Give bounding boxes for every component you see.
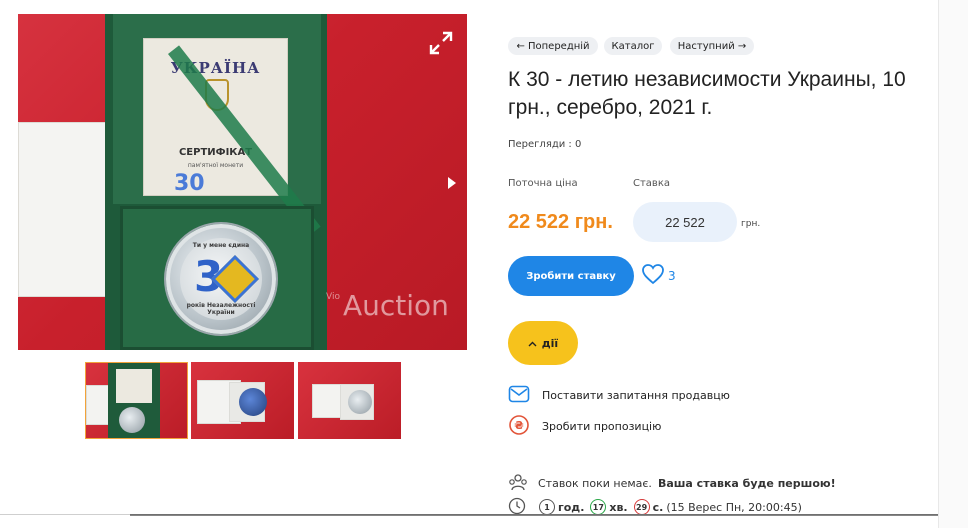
hours-value: 1 [539, 499, 555, 515]
bid-currency: грн. [741, 219, 761, 229]
thumbnail-2[interactable] [191, 362, 294, 439]
no-bids-text: Ставок поки немає. [538, 476, 652, 490]
prev-lot-button[interactable]: ← Попередній [508, 37, 598, 55]
minutes-unit: хв. [609, 500, 628, 514]
ask-seller-link[interactable]: Поставити запитання продавцю [508, 384, 730, 406]
bidders-icon [508, 473, 528, 494]
thumbnail-1[interactable] [85, 362, 188, 439]
lot-page: УКРАЇНА СЕРТИФІКАТ пам'ятної монети 30 Т… [0, 0, 968, 528]
svg-text:₴: ₴ [514, 419, 523, 432]
actions-label: дії [541, 336, 559, 350]
chevron-up-icon [528, 337, 537, 350]
envelope-icon [508, 385, 530, 406]
catalog-button[interactable]: Каталог [604, 37, 662, 55]
place-bid-button[interactable]: Зробити ставку [508, 256, 634, 296]
next-lot-button[interactable]: Наступний → [670, 37, 754, 55]
favorite-button[interactable]: 3 [641, 264, 676, 288]
expand-icon[interactable] [428, 30, 454, 56]
actions-button[interactable]: дії [508, 321, 578, 365]
seconds-value: 29 [633, 499, 650, 515]
seconds-unit: с. [652, 500, 664, 514]
hours-unit: год. [558, 500, 585, 514]
silver-coin: Ти у мене єдина 3 років Незалежності Укр… [166, 224, 276, 334]
favorites-count: 3 [668, 269, 676, 283]
lot-title: К 30 - летию независимости Украины, 10 г… [508, 68, 906, 119]
current-price-label: Поточна ціна [508, 178, 578, 189]
bottom-divider-dark [130, 514, 938, 516]
make-offer-link[interactable]: ₴ Зробити пропозицію [508, 414, 662, 439]
certificate-title: УКРАЇНА [170, 59, 261, 77]
views-count: Перегляди : 0 [508, 139, 582, 150]
make-offer-label: Зробити пропозицію [542, 419, 662, 433]
coin-bottom-text: років Незалежності України [186, 302, 256, 316]
end-time: (15 Верес Пн, 20:00:45) [666, 500, 802, 514]
minutes-value: 17 [590, 499, 607, 515]
watermark-prefix: Vio [326, 292, 340, 302]
page-right-edge [938, 0, 968, 528]
offer-icon: ₴ [508, 414, 530, 439]
bid-label: Ставка [633, 178, 670, 189]
bid-input[interactable] [633, 202, 737, 242]
thumbnail-3[interactable] [298, 362, 401, 439]
first-bid-text: Ваша ставка буде першою! [657, 476, 836, 490]
bids-status: Ставок поки немає. Ваша ставка буде перш… [508, 473, 836, 493]
ask-seller-label: Поставити запитання продавцю [542, 388, 730, 402]
main-photo[interactable]: УКРАЇНА СЕРТИФІКАТ пам'ятної монети 30 Т… [18, 14, 467, 350]
coin-top-text: Ти у мене єдина [192, 242, 250, 249]
certificate-number: 30 [174, 171, 205, 196]
current-price: 22 522 грн. [508, 211, 613, 233]
arrow-right-icon[interactable] [445, 174, 459, 192]
auction-watermark: Auction [343, 289, 449, 322]
heart-icon [641, 263, 665, 289]
